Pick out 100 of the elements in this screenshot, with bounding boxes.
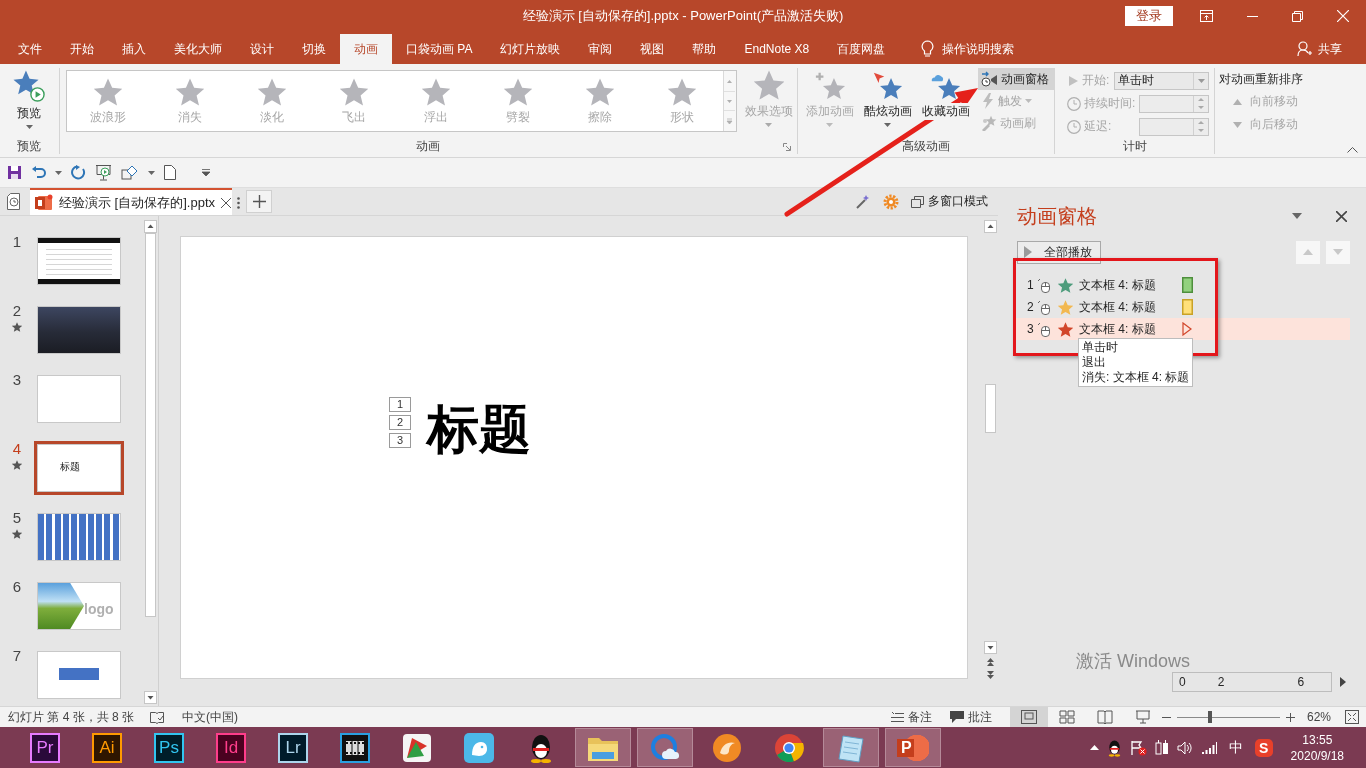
minimize-icon[interactable] [1247,15,1258,17]
presentation-play-icon[interactable] [95,164,112,181]
clock-time[interactable]: 13:55 [1302,731,1333,748]
zoom-level-button[interactable]: 62% [1306,710,1331,724]
ribbon-tab[interactable]: 审阅 [574,34,627,64]
spin-field[interactable] [1139,94,1210,113]
ribbon-display-icon[interactable] [1200,10,1213,22]
input-tool-button[interactable]: S [1254,738,1273,757]
slide-thumbnail[interactable] [34,648,124,702]
show-hidden-icon[interactable] [1089,745,1099,750]
ribbon-tab[interactable]: 设计 [236,34,288,64]
star-icon [176,78,204,106]
ribbon-tab[interactable]: EndNote X8 [730,34,824,64]
plus-icon [252,195,266,208]
group-label: 动画 [416,138,441,155]
new-tab-button[interactable] [246,190,272,213]
ribbon-tab[interactable]: 百度网盘 [823,34,900,64]
repeat-icon[interactable] [71,165,86,180]
animation-tag[interactable]: 3 [389,433,411,448]
projector-screen-icon [1134,710,1151,724]
close-icon[interactable] [1336,210,1347,222]
star-plane-icon [872,70,904,100]
ribbon-tab[interactable]: 插入 [108,34,160,64]
caret-icon [55,170,62,175]
penguin-icon[interactable] [1106,738,1122,757]
ribbon-tab[interactable]: 视图 [626,34,679,64]
animation-tag[interactable]: 2 [389,415,411,430]
close-icon[interactable] [221,197,232,208]
input-method-button[interactable]: 中 [1228,738,1243,757]
add-star-icon [814,70,846,100]
slide-title[interactable]: 标题 [427,403,531,455]
restore-icon[interactable] [1292,10,1303,22]
lightning-icon [981,93,995,109]
more-icon[interactable] [237,196,241,209]
comments-button[interactable]: 批注 [949,708,992,726]
caret-icon [26,125,33,129]
scroll-up-icon[interactable] [984,220,997,233]
share-button[interactable]: 共享 [1297,34,1342,64]
ribbon-tab[interactable]: 动画 [340,34,392,64]
ribbon-tab[interactable]: 口袋动画 PA [392,34,487,64]
zoom-in-icon[interactable] [1285,712,1295,722]
multi-window-button[interactable]: 多窗口模式 [911,193,988,210]
view-button[interactable] [1009,707,1048,727]
reorder-title: 对动画重新排序 [1219,71,1305,88]
slide-thumbnail[interactable] [34,372,124,426]
ribbon-tab[interactable]: 文件 [4,34,56,64]
signal-bars-icon[interactable] [1200,741,1217,754]
notes-button[interactable]: 备注 [890,708,932,726]
document-clock-icon[interactable] [7,193,23,210]
slide-thumbnail[interactable]: 标题 [34,441,124,495]
sign-in-button[interactable]: 登录 [1125,6,1173,26]
ribbon-tab[interactable]: 切换 [288,34,340,64]
customize-toolbar-icon[interactable] [202,169,210,176]
taskbar-button[interactable]: Ps [141,728,197,767]
animation-tag[interactable]: 1 [389,397,411,412]
magic-wand-icon[interactable] [855,193,871,210]
taskbar-button[interactable]: Id [203,728,259,767]
clock-date[interactable]: 2020/9/18 [1290,747,1344,764]
scrollbar-thumb[interactable] [985,384,996,433]
taskbar-button[interactable]: P [885,728,941,767]
animation-list-item[interactable]: 1 文本框 4: 标题 [1013,274,1350,296]
ribbon-tab[interactable]: 美化大师 [160,34,236,64]
preview-button[interactable]: 预览 [13,68,46,129]
scroll-right-icon[interactable] [1340,677,1346,687]
save-icon[interactable] [7,165,22,180]
start-dropdown[interactable]: 单击时 [1114,71,1210,90]
slide-number: 1 [12,234,22,250]
tell-me-search[interactable]: 操作说明搜索 [942,40,1015,58]
fit-to-window-icon[interactable] [1345,710,1359,724]
ribbon-tab[interactable]: 幻灯片放映 [486,34,575,64]
animation-list-item[interactable]: 2 文本框 4: 标题 [1013,296,1350,318]
scroll-down-icon[interactable] [984,641,997,654]
scrollbar-thumb[interactable] [145,233,156,617]
tooltip-text: 消失: 文本框 4: 标题 [1082,370,1190,385]
new-page-icon[interactable] [164,165,176,180]
taskbar-button[interactable]: Lr [265,728,321,767]
flag-cross-icon[interactable] [1129,739,1147,756]
collapse-ribbon-icon[interactable] [1347,147,1358,153]
previous-slide-icon[interactable] [986,657,995,667]
taskbar-button[interactable]: Pr [17,728,73,767]
slide-thumbnail[interactable] [34,510,124,564]
undo-icon[interactable] [31,165,46,180]
taskbar-button[interactable]: Ai [79,728,135,767]
ribbon-button[interactable]: 酷炫动画 [862,68,914,127]
accessibility-check-icon[interactable] [150,710,165,724]
animation-pane-button[interactable]: 动画窗格 [978,68,1054,90]
language-indicator[interactable]: 中文(中国) [182,708,239,726]
ribbon-tab[interactable]: 开始 [56,34,108,64]
shapes-icon[interactable] [121,164,139,181]
slide-thumbnail[interactable] [34,234,124,288]
next-slide-icon[interactable] [986,670,995,680]
scroll-up-icon[interactable] [144,220,157,233]
power-plug-icon[interactable] [1154,739,1169,756]
dialog-launcher-icon[interactable] [783,142,791,151]
speaker-icon[interactable] [1176,740,1193,755]
ribbon-tab[interactable]: 帮助 [678,34,731,64]
caret-icon[interactable] [1292,213,1302,219]
zoom-slider-thumb[interactable] [1207,711,1212,723]
scroll-down-icon[interactable] [144,691,157,704]
spin-field[interactable] [1139,117,1210,136]
